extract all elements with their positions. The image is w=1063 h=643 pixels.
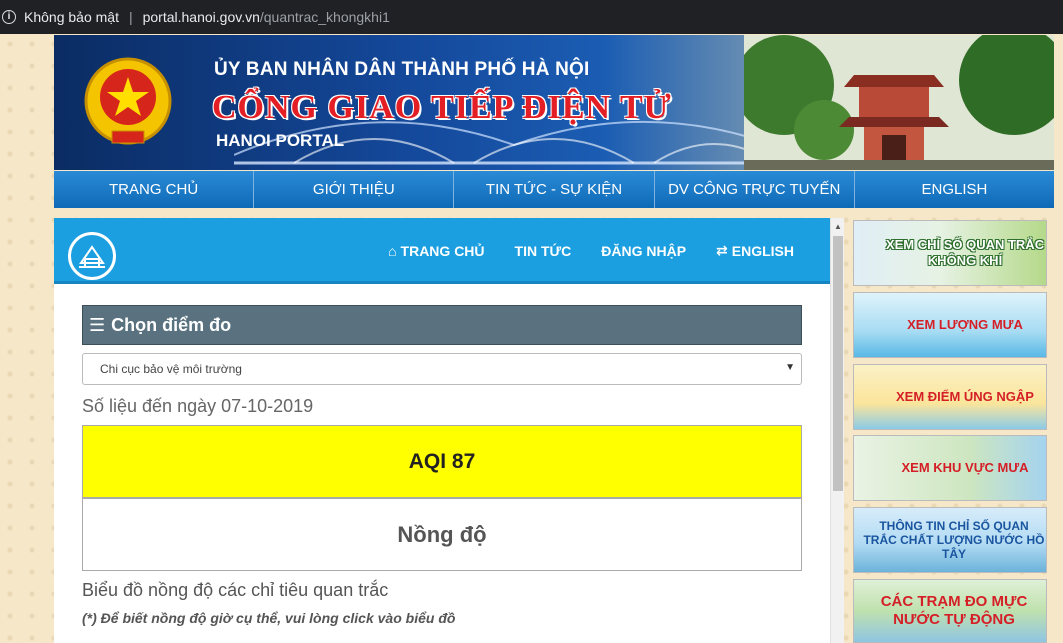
main-nav-online-services[interactable]: DV CÔNG TRỰC TUYẾN	[654, 171, 855, 208]
side-banner-flood-label: XEM ĐIỂM ÚNG NGẬP	[896, 389, 1034, 404]
national-emblem-icon	[84, 57, 172, 145]
sub-nav-news[interactable]: TIN TỨC	[515, 242, 572, 259]
side-banner-west-lake-label: THÔNG TIN CHỈ SỐ QUAN TRẮC CHẤT LƯỢNG NƯ…	[863, 519, 1045, 561]
address-separator: |	[128, 9, 133, 25]
home-icon: ⌂	[388, 242, 397, 259]
aqi-box: AQI 87	[82, 425, 802, 498]
scrollbar-thumb[interactable]	[833, 236, 843, 491]
side-banner-water-level-label: CÁC TRẠM ĐO MỰC NƯỚC TỰ ĐỘNG	[880, 593, 1028, 628]
concentration-box[interactable]: Nồng độ	[82, 498, 802, 571]
side-banner-rain-label: XEM LƯỢNG MƯA	[907, 317, 1023, 332]
menu-icon: ☰	[89, 314, 106, 335]
main-nav-about[interactable]: GIỚI THIỆU	[254, 171, 455, 208]
side-banner-flooding[interactable]: XEM ĐIỂM ÚNG NGẬP	[853, 364, 1047, 430]
scroll-up-icon[interactable]: ▲	[834, 222, 842, 231]
sub-nav-login[interactable]: ĐĂNG NHẬP	[601, 242, 686, 259]
main-nav-home[interactable]: TRANG CHỦ	[54, 171, 255, 208]
main-nav-news[interactable]: TIN TỨC - SỰ KIỆN	[454, 171, 655, 208]
banner-title: CỔNG GIAO TIẾP ĐIỆN TỬ	[212, 89, 672, 126]
station-select-value: Chi cục bảo vệ môi trường	[100, 362, 242, 376]
temple-illustration	[744, 35, 1054, 170]
chart-note: (*) Để biết nồng độ giờ cụ thể, vui lòng…	[82, 610, 456, 626]
aqi-value: AQI 87	[408, 449, 476, 473]
choose-station-title: Chọn điểm đo	[111, 314, 232, 335]
content-panel: ⌂ TRANG CHỦ TIN TỨC ĐĂNG NHẬP ⇄ ENGLISH …	[54, 218, 830, 643]
concentration-label: Nồng độ	[397, 521, 487, 547]
side-banner-rain-area-label: XEM KHU VỰC MƯA	[901, 460, 1029, 475]
sub-nav-english-label: ENGLISH	[731, 242, 794, 259]
chart-heading: Biểu đồ nồng độ các chỉ tiêu quan trắc	[82, 580, 389, 600]
side-banner-air-label: XEM CHỈ SỐ QUAN TRẮC KHÔNG KHÍ	[885, 237, 1045, 268]
url-host: portal.hanoi.gov.vn	[142, 9, 260, 25]
banner-subtitle: ỦY BAN NHÂN DÂN THÀNH PHỐ HÀ NỘI	[214, 59, 590, 80]
side-banner-rainfall[interactable]: XEM LƯỢNG MƯA	[853, 292, 1047, 358]
address-bar[interactable]: i Không bảo mật | portal.hanoi.gov.vn /q…	[0, 0, 1063, 34]
portal-banner: ỦY BAN NHÂN DÂN THÀNH PHỐ HÀ NỘI CỔNG GI…	[54, 35, 1054, 170]
station-select[interactable]: Chi cục bảo vệ môi trường ▼	[82, 353, 802, 385]
info-icon[interactable]: i	[2, 10, 16, 24]
sub-nav-home[interactable]: ⌂ TRANG CHỦ	[388, 242, 484, 259]
main-navigation: TRANG CHỦ GIỚI THIỆU TIN TỨC - SỰ KIỆN D…	[54, 171, 1055, 208]
side-banner-air-quality[interactable]: XEM CHỈ SỐ QUAN TRẮC KHÔNG KHÍ	[853, 220, 1047, 286]
sub-nav-home-label: TRANG CHỦ	[400, 242, 485, 259]
content-scrollbar[interactable]: ▲	[830, 218, 844, 643]
url-path: /quantrac_khongkhi1	[259, 9, 390, 25]
security-label: Không bảo mật	[24, 9, 119, 25]
data-date-text: Số liệu đến ngày 07-10-2019	[82, 396, 314, 416]
banner-english: HANOI PORTAL	[216, 131, 345, 150]
sub-nav-english[interactable]: ⇄ ENGLISH	[716, 242, 794, 259]
sub-header: ⌂ TRANG CHỦ TIN TỨC ĐĂNG NHẬP ⇄ ENGLISH	[54, 218, 830, 284]
choose-station-header: ☰ Chọn điểm đo	[82, 305, 802, 345]
sub-navigation: ⌂ TRANG CHỦ TIN TỨC ĐĂNG NHẬP ⇄ ENGLISH	[388, 242, 794, 259]
main-nav-english[interactable]: ENGLISH	[854, 171, 1055, 208]
chevron-down-icon: ▼	[785, 362, 795, 373]
side-banner-water-level[interactable]: CÁC TRẠM ĐO MỰC NƯỚC TỰ ĐỘNG	[853, 579, 1047, 643]
side-banner-west-lake[interactable]: THÔNG TIN CHỈ SỐ QUAN TRẮC CHẤT LƯỢNG NƯ…	[853, 507, 1047, 573]
language-icon: ⇄	[716, 242, 728, 258]
hanoi-logo-icon[interactable]	[68, 232, 116, 280]
side-banner-rain-area[interactable]: XEM KHU VỰC MƯA	[853, 435, 1047, 501]
